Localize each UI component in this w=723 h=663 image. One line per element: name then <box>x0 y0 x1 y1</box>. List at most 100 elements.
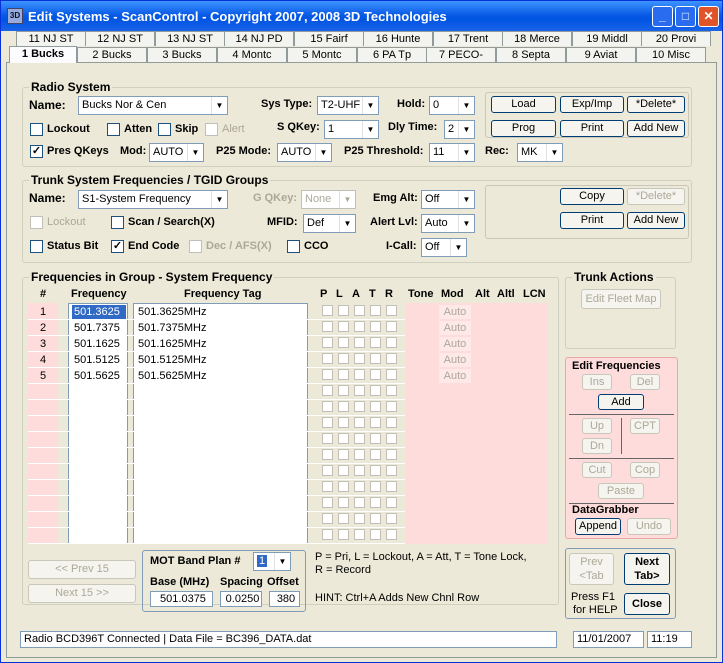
move-up-button[interactable]: Up <box>582 418 612 434</box>
frequency-cell[interactable]: 501.5625 <box>72 369 126 383</box>
frequency-cell[interactable]: 501.3625 <box>72 305 126 319</box>
status-bit-checkbox[interactable] <box>30 240 43 253</box>
flag-checkbox[interactable] <box>338 305 349 316</box>
flag-checkbox[interactable] <box>370 481 381 492</box>
end-code-checkbox[interactable]: ✓ <box>111 240 124 253</box>
tab-row1-19[interactable]: 19 Middl <box>572 31 642 46</box>
flag-checkbox[interactable] <box>338 353 349 364</box>
tab-row2-5[interactable]: 5 Montc <box>287 47 357 62</box>
flag-checkbox[interactable] <box>354 433 365 444</box>
flag-checkbox[interactable] <box>386 465 397 476</box>
delete-group-button[interactable]: *Delete* <box>627 188 685 205</box>
flag-checkbox[interactable] <box>322 465 333 476</box>
flag-checkbox[interactable] <box>386 529 397 540</box>
tab-row1-15[interactable]: 15 Fairf <box>294 31 364 46</box>
p25thr-select[interactable]: 11 ▼ <box>429 143 475 162</box>
tab-row1-16[interactable]: 16 Hunte <box>363 31 433 46</box>
cut-button[interactable]: Cut <box>582 462 612 478</box>
flag-checkbox[interactable] <box>354 337 365 348</box>
load-button[interactable]: Load <box>491 96 556 113</box>
atten-checkbox[interactable] <box>107 123 120 136</box>
tab-row1-12[interactable]: 12 NJ ST <box>85 31 155 46</box>
flag-checkbox[interactable] <box>370 449 381 460</box>
flag-checkbox[interactable] <box>322 481 333 492</box>
mod-select[interactable]: AUTO ▼ <box>149 143 204 162</box>
tab-row1-20[interactable]: 20 Provi <box>641 31 711 46</box>
flag-checkbox[interactable] <box>338 369 349 380</box>
prev-15-button[interactable]: << Prev 15 <box>28 560 136 579</box>
hold-select[interactable]: 0 ▼ <box>429 96 475 115</box>
dly-select[interactable]: 2 ▼ <box>444 120 475 139</box>
flag-checkbox[interactable] <box>370 513 381 524</box>
cpt-button[interactable]: CPT <box>630 418 660 434</box>
scan-search-checkbox[interactable] <box>111 216 124 229</box>
flag-checkbox[interactable] <box>386 305 397 316</box>
prog-button[interactable]: Prog <box>491 120 556 137</box>
flag-checkbox[interactable] <box>386 385 397 396</box>
flag-checkbox[interactable] <box>354 449 365 460</box>
flag-checkbox[interactable] <box>370 305 381 316</box>
flag-checkbox[interactable] <box>354 305 365 316</box>
flag-checkbox[interactable] <box>386 497 397 508</box>
tab-row2-2[interactable]: 2 Bucks <box>77 47 147 62</box>
flag-checkbox[interactable] <box>386 417 397 428</box>
sqkey-select[interactable]: 1 ▼ <box>324 120 379 139</box>
flag-checkbox[interactable] <box>322 401 333 412</box>
close-window-button[interactable]: ✕ <box>698 6 719 27</box>
base-input[interactable]: 501.0375 <box>150 591 213 607</box>
copy-button[interactable]: Cop <box>630 462 660 478</box>
mod-cell[interactable]: Auto <box>439 321 471 335</box>
trunk-name-select[interactable]: S1-System Frequency ▼ <box>78 190 228 209</box>
frequency-tag-cell[interactable]: 501.5125MHz <box>138 353 308 367</box>
flag-checkbox[interactable] <box>322 513 333 524</box>
mod-cell[interactable]: Auto <box>439 337 471 351</box>
frequency-tag-cell[interactable]: 501.1625MHz <box>138 337 308 351</box>
skip-checkbox[interactable] <box>158 123 171 136</box>
ins-button[interactable]: Ins <box>582 374 612 390</box>
flag-checkbox[interactable] <box>386 321 397 332</box>
copy-group-button[interactable]: Copy <box>560 188 624 205</box>
flag-checkbox[interactable] <box>338 513 349 524</box>
flag-checkbox[interactable] <box>386 401 397 412</box>
flag-checkbox[interactable] <box>386 353 397 364</box>
flag-checkbox[interactable] <box>370 385 381 396</box>
flag-checkbox[interactable] <box>370 497 381 508</box>
flag-checkbox[interactable] <box>322 337 333 348</box>
flag-checkbox[interactable] <box>370 465 381 476</box>
flag-checkbox[interactable] <box>322 497 333 508</box>
flag-checkbox[interactable] <box>354 401 365 412</box>
rec-select[interactable]: MK ▼ <box>517 143 563 162</box>
edit-fleet-map-button[interactable]: Edit Fleet Map <box>581 289 661 309</box>
flag-checkbox[interactable] <box>386 369 397 380</box>
emg-select[interactable]: Off ▼ <box>421 190 475 209</box>
flag-checkbox[interactable] <box>354 321 365 332</box>
mfid-select[interactable]: Def ▼ <box>303 214 356 233</box>
tab-row2-1[interactable]: 1 Bucks <box>9 46 77 63</box>
flag-checkbox[interactable] <box>322 529 333 540</box>
flag-checkbox[interactable] <box>322 321 333 332</box>
frequency-cell[interactable]: 501.5125 <box>72 353 126 367</box>
flag-checkbox[interactable] <box>354 385 365 396</box>
flag-checkbox[interactable] <box>322 417 333 428</box>
flag-checkbox[interactable] <box>386 481 397 492</box>
flag-checkbox[interactable] <box>322 433 333 444</box>
flag-checkbox[interactable] <box>386 337 397 348</box>
flag-checkbox[interactable] <box>338 337 349 348</box>
alertlvl-select[interactable]: Auto ▼ <box>421 214 475 233</box>
flag-checkbox[interactable] <box>386 449 397 460</box>
paste-button[interactable]: Paste <box>598 483 644 499</box>
systype-select[interactable]: T2-UHF ▼ <box>317 96 379 115</box>
print-system-button[interactable]: Print <box>560 120 624 137</box>
flag-checkbox[interactable] <box>338 417 349 428</box>
offset-input[interactable]: 380 <box>269 591 300 607</box>
flag-checkbox[interactable] <box>338 481 349 492</box>
mod-cell[interactable]: Auto <box>439 305 471 319</box>
flag-checkbox[interactable] <box>370 529 381 540</box>
append-button[interactable]: Append <box>575 518 621 535</box>
lockout-checkbox[interactable] <box>30 123 43 136</box>
prev-tab-button[interactable]: Prev <Tab <box>569 553 614 585</box>
pres-qkeys-checkbox[interactable]: ✓ <box>30 145 43 158</box>
mod-cell[interactable]: Auto <box>439 353 471 367</box>
flag-checkbox[interactable] <box>338 465 349 476</box>
flag-checkbox[interactable] <box>354 497 365 508</box>
